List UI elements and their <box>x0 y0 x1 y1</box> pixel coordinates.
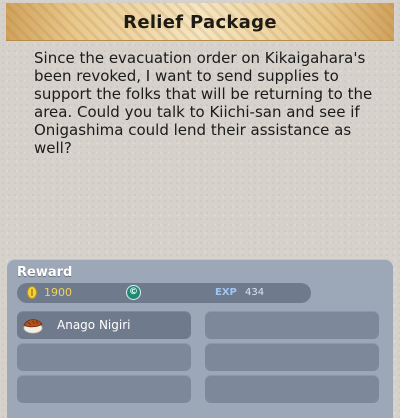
title-bar: Relief Package <box>6 3 394 41</box>
reward-item-label: Anago Nigiri <box>57 318 131 332</box>
anago-nigiri-icon <box>23 319 43 334</box>
gold-coin-icon <box>27 286 37 299</box>
c-currency-icon: © <box>126 285 141 300</box>
quest-panel: Relief Package Since the evacuation orde… <box>0 0 400 418</box>
quest-title: Relief Package <box>123 12 277 33</box>
reward-header: Reward <box>17 265 73 280</box>
empty-reward-slot <box>205 375 379 403</box>
exp-amount: 434 <box>245 287 265 298</box>
exp-label: EXP <box>215 287 237 298</box>
empty-reward-slot <box>205 311 379 339</box>
coin-amount: 1900 <box>44 286 72 299</box>
reward-section: Reward 1900 © EXP 434 Anago Nigiri <box>7 259 393 418</box>
reward-stats-bar: 1900 © EXP 434 <box>17 283 311 303</box>
empty-reward-slot <box>17 375 191 403</box>
quest-description: Since the evacuation order on Kikaigahar… <box>34 49 373 157</box>
empty-reward-slot <box>17 343 191 371</box>
reward-item-slot[interactable]: Anago Nigiri <box>17 311 191 339</box>
empty-reward-slot <box>205 343 379 371</box>
